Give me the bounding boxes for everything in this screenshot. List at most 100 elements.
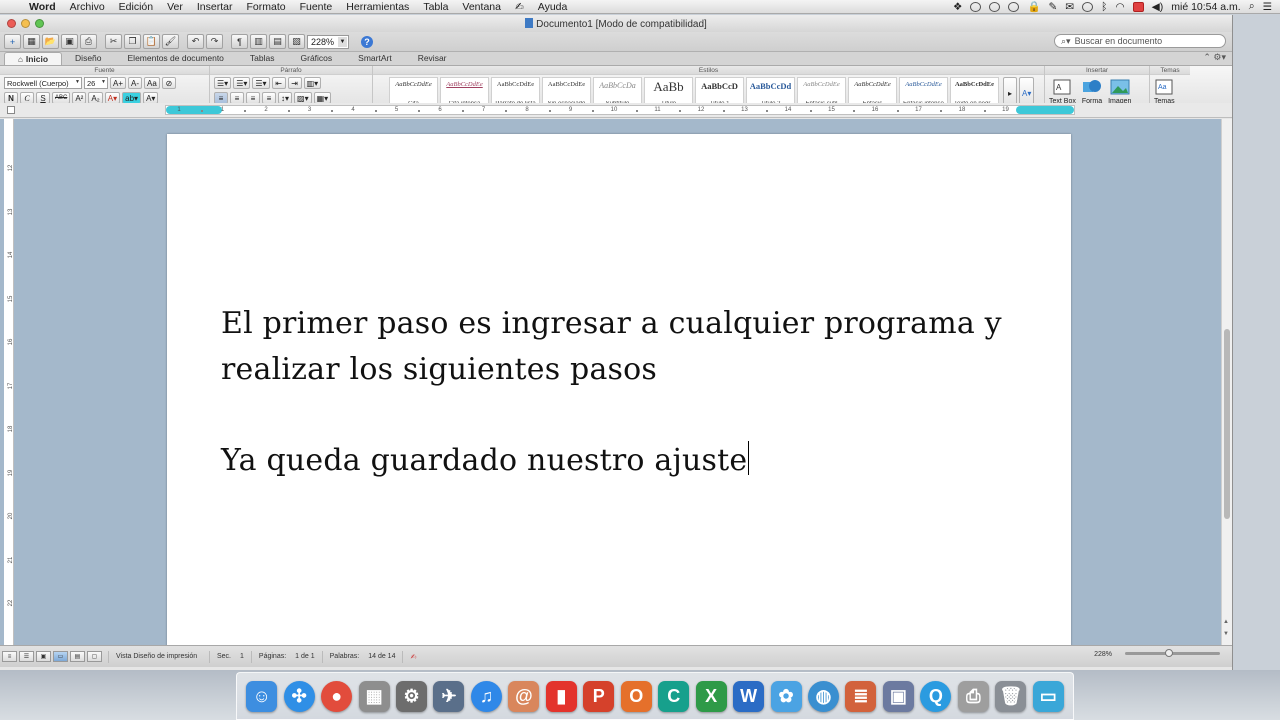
print-icon[interactable]: ⎙ — [80, 34, 97, 49]
scroll-up-icon[interactable]: ▲ — [1223, 619, 1229, 625]
zoom-select[interactable]: 228% ▼ — [307, 34, 349, 49]
ribbon-collapse-icon[interactable]: ⌃ ⚙▾ — [1203, 52, 1226, 63]
wifi-icon[interactable]: ◠ — [1115, 1, 1124, 13]
trash-icon[interactable]: 🗑 — [995, 680, 1027, 712]
focus-view-button[interactable]: ▢ — [87, 651, 102, 662]
paragraph-2[interactable]: Ya queda guardado nuestro ajuste — [221, 438, 750, 484]
tab-tablas[interactable]: Tablas — [237, 52, 288, 65]
search-document-input[interactable]: ⌕▾ Buscar en documento — [1054, 34, 1226, 48]
ibooks-icon[interactable]: ▮ — [545, 680, 577, 712]
open-icon[interactable]: 📂 — [42, 34, 59, 49]
title-bar[interactable]: Documento1 [Modo de compatibilidad] — [0, 15, 1232, 32]
tab-revisar[interactable]: Revisar — [405, 52, 460, 65]
messenger-icon[interactable]: ✿ — [770, 680, 802, 712]
font-name-select[interactable]: Rockwell (Cuerpo) ▼ — [4, 77, 82, 89]
paragraph-1[interactable]: El primer paso es ingresar a cualquier p… — [221, 301, 1011, 393]
outline-view-button[interactable]: ☰ — [19, 651, 34, 662]
show-formatting-icon[interactable]: ¶ — [231, 34, 248, 49]
time-machine-icon[interactable] — [1082, 1, 1094, 12]
save-icon[interactable]: ▣ — [61, 34, 78, 49]
evernote-icon[interactable]: ✎ — [1049, 1, 1058, 13]
publishing-view-button[interactable]: ▣ — [36, 651, 51, 662]
font-size-select[interactable]: 26 ▼ — [84, 77, 108, 89]
notification-center-icon[interactable]: ☰ — [1263, 1, 1272, 13]
tab-elementos-documento[interactable]: Elementos de documento — [115, 52, 237, 65]
photos-icon[interactable]: ▣ — [882, 680, 914, 712]
increase-indent-button[interactable]: ⇥ — [287, 77, 302, 89]
new-document-icon[interactable]: + — [4, 34, 21, 49]
word-count-indicator[interactable]: Palabras: 14 de 14 — [321, 650, 403, 663]
menu-ventana[interactable]: Ventana — [455, 1, 508, 13]
menu-archivo[interactable]: Archivo — [63, 1, 112, 13]
tab-selector[interactable] — [7, 106, 15, 114]
menu-edicion[interactable]: Edición — [112, 1, 160, 13]
printer-icon[interactable]: ⎙ — [957, 680, 989, 712]
finder-icon[interactable]: ☺ — [246, 680, 278, 712]
decrease-indent-button[interactable]: ⇤ — [271, 77, 286, 89]
tab-diseno[interactable]: Diseño — [62, 52, 114, 65]
image-button[interactable]: Imagen — [1108, 76, 1131, 105]
redo-icon[interactable]: ↷ — [206, 34, 223, 49]
zoom-slider-knob[interactable] — [1165, 649, 1173, 657]
copy-icon[interactable]: ❐ — [124, 34, 141, 49]
left-margin-marker[interactable] — [166, 106, 222, 114]
grow-font-button[interactable]: A+ — [110, 77, 127, 89]
notes-icon[interactable]: ≣ — [845, 680, 877, 712]
skype-icon[interactable] — [970, 1, 982, 12]
excel-icon[interactable]: X — [695, 680, 727, 712]
spelling-icon[interactable]: ✍ — [402, 650, 423, 663]
earth-icon[interactable]: ◍ — [808, 680, 840, 712]
scroll-down-icon[interactable]: ▼ — [1223, 631, 1229, 637]
clock[interactable]: mié 10:54 a.m. — [1171, 1, 1240, 13]
templates-icon[interactable]: ▦ — [23, 34, 40, 49]
flag-icon[interactable] — [1132, 1, 1144, 12]
zoom-slider[interactable] — [1125, 649, 1220, 657]
menu-formato[interactable]: Formato — [239, 1, 292, 13]
tab-inicio[interactable]: ⌂ Inicio — [4, 52, 63, 65]
notebook-view-button[interactable]: ▤ — [70, 651, 85, 662]
change-case-button[interactable]: Aa — [144, 77, 160, 89]
shape-button[interactable]: Forma — [1082, 76, 1102, 105]
lock-icon[interactable]: 🔒 — [1027, 0, 1040, 13]
system-preferences-icon[interactable]: ⚙ — [396, 680, 428, 712]
vertical-ruler[interactable]: 12 13 14 15 16 17 18 19 20 21 22 — [4, 119, 14, 645]
shrink-font-button[interactable]: A- — [128, 77, 143, 89]
volume-icon[interactable]: ◀) — [1152, 1, 1164, 13]
address-book-icon[interactable]: @ — [508, 680, 540, 712]
quicktime-icon[interactable]: Q — [920, 680, 952, 712]
menu-fuente[interactable]: Fuente — [293, 1, 340, 13]
menu-herramientas[interactable]: Herramientas — [339, 1, 416, 13]
powerpoint-icon[interactable]: P — [583, 680, 615, 712]
help-icon[interactable]: ? — [361, 35, 373, 48]
toolbox-icon[interactable]: ▧ — [288, 34, 305, 49]
media-browser-icon[interactable]: ▤ — [269, 34, 286, 49]
clear-formatting-button[interactable]: ⊘ — [161, 77, 176, 89]
folder-icon[interactable]: ▭ — [1032, 680, 1064, 712]
launchpad-icon[interactable]: ✈ — [433, 680, 465, 712]
paste-icon[interactable]: 📋 — [143, 34, 160, 49]
scrollbar-thumb[interactable] — [1224, 329, 1230, 519]
text-box-button[interactable]: A Text Box — [1049, 76, 1076, 105]
document-page[interactable]: El primer paso es ingresar a cualquier p… — [167, 134, 1071, 645]
sidebar-icon[interactable]: ▥ — [250, 34, 267, 49]
bullets-button[interactable]: ☰▾ — [214, 77, 232, 89]
menu-ver[interactable]: Ver — [160, 1, 190, 13]
c-app-icon[interactable]: C — [658, 680, 690, 712]
undo-icon[interactable]: ↶ — [187, 34, 204, 49]
horizontal-ruler[interactable]: 1 1 2 3 4 5 6 7 8 9 10 11 12 13 14 15 16 17 18 19 — [165, 105, 1075, 115]
menu-ayuda[interactable]: Ayuda — [531, 1, 575, 13]
tab-smartart[interactable]: SmartArt — [345, 52, 405, 65]
record-icon[interactable] — [1008, 1, 1020, 12]
menu-app-name[interactable]: Word — [22, 1, 63, 13]
sync-icon[interactable] — [989, 1, 1001, 12]
calculator-icon[interactable]: ▦ — [358, 680, 390, 712]
chrome-icon[interactable]: ● — [321, 680, 353, 712]
dropbox-icon[interactable]: ❖ — [953, 1, 962, 13]
print-layout-view-button[interactable]: ▭ — [53, 651, 68, 662]
itunes-icon[interactable]: ♫ — [470, 680, 502, 712]
menu-script-icon[interactable]: ✍ — [508, 1, 531, 13]
menu-tabla[interactable]: Tabla — [416, 1, 455, 13]
cut-icon[interactable]: ✂ — [105, 34, 122, 49]
word-icon[interactable]: W — [733, 680, 765, 712]
right-margin-marker[interactable] — [1016, 106, 1074, 114]
